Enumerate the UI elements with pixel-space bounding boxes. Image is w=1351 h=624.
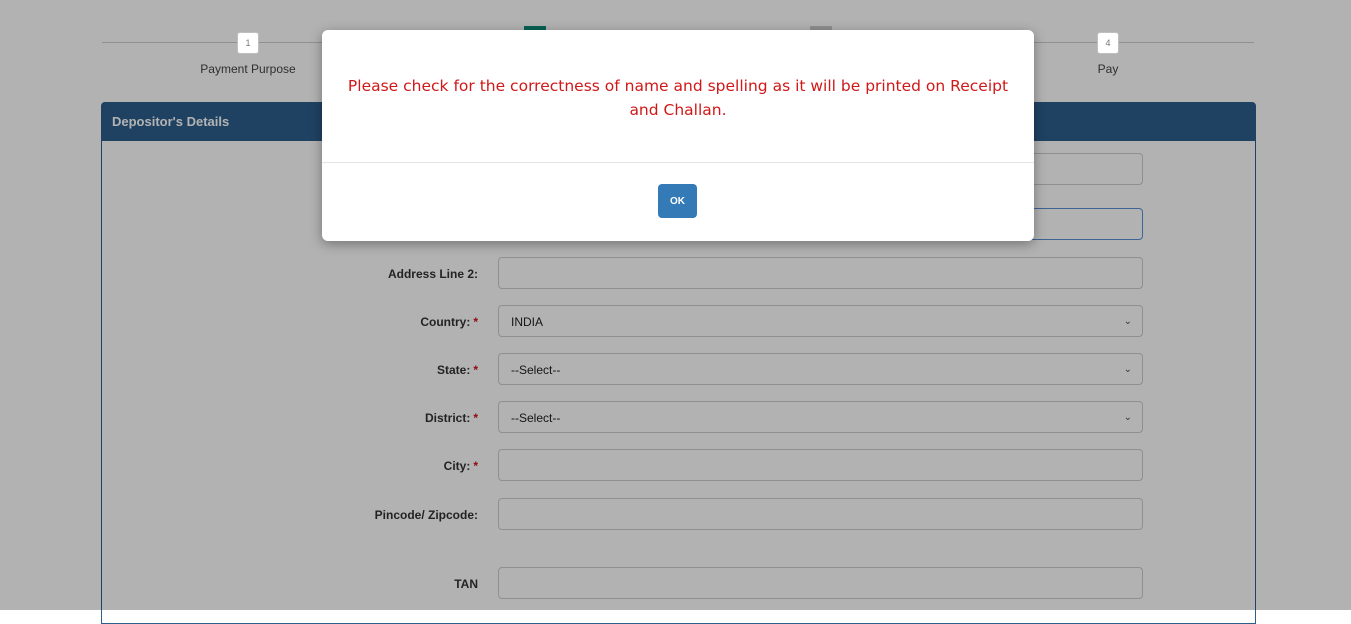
dialog-divider: [322, 162, 1034, 163]
alert-dialog: Please check for the correctness of name…: [322, 30, 1034, 241]
step-number: 1: [237, 32, 259, 54]
ok-button[interactable]: OK: [658, 184, 697, 218]
step-number: 4: [1097, 32, 1119, 54]
alert-message: Please check for the correctness of name…: [347, 77, 1009, 119]
